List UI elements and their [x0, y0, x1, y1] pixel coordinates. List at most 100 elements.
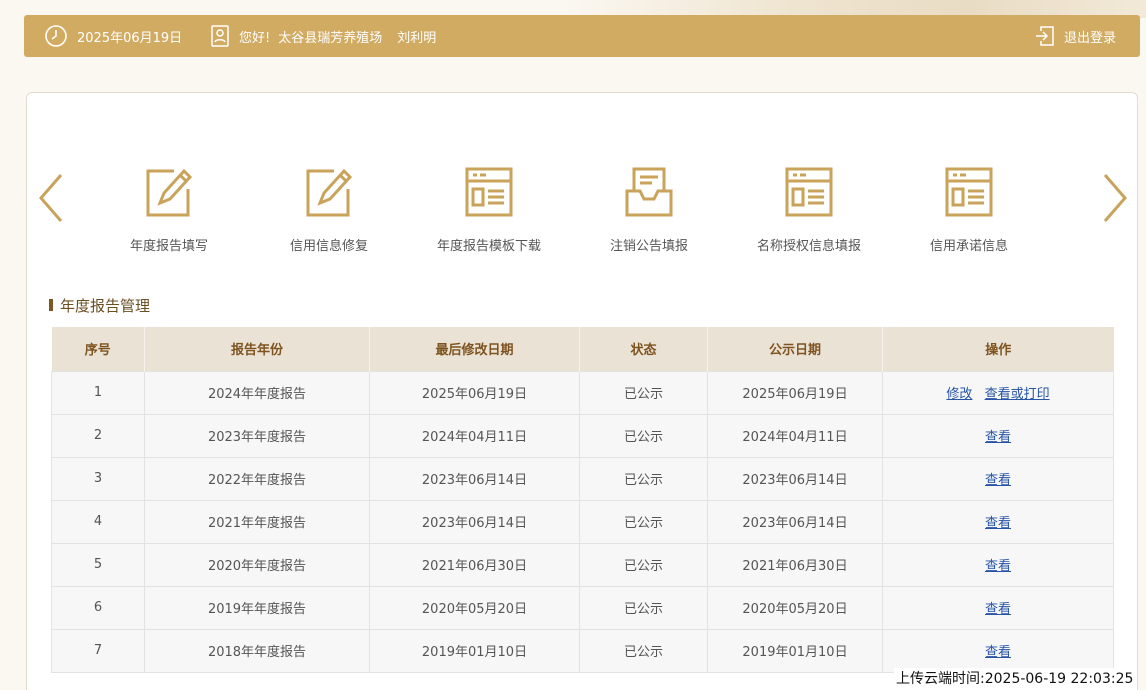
column-header: 状态 [579, 327, 708, 371]
report-year: 2021年年度报告 [144, 499, 370, 544]
row-index: 6 [51, 585, 145, 630]
report-year: 2023年年度报告 [144, 413, 370, 458]
view-link[interactable]: 查看 [985, 645, 1011, 660]
nav-credit-commitment[interactable]: 信用承诺信息 [889, 165, 1049, 255]
carousel-next-button[interactable] [1099, 173, 1129, 223]
document-icon [784, 165, 834, 219]
status: 已公示 [579, 456, 708, 501]
nav-credit-repair[interactable]: 信用信息修复 [249, 165, 409, 255]
section-title: 年度报告管理 [49, 295, 150, 315]
person-name: 刘利明 [397, 30, 437, 46]
document-icon [464, 165, 514, 219]
column-header: 公示日期 [707, 327, 883, 371]
column-header: 报告年份 [144, 327, 370, 371]
modified-date: 2023年06月14日 [369, 499, 580, 544]
row-actions: 查看 [882, 456, 1114, 501]
published-date: 2020年05月20日 [707, 585, 883, 630]
modified-date: 2023年06月14日 [369, 456, 580, 501]
report-year: 2022年年度报告 [144, 456, 370, 501]
row-actions: 查看 [882, 413, 1114, 458]
logout-button[interactable]: 退出登录 [1035, 15, 1116, 57]
view-link[interactable]: 查看 [985, 559, 1011, 574]
status: 已公示 [579, 370, 708, 415]
logout-label: 退出登录 [1063, 30, 1116, 46]
company-name: 太谷县瑞芳养殖场 [278, 30, 383, 46]
report-year: 2018年年度报告 [144, 628, 370, 673]
table-row: 4 2021年年度报告 2023年06月14日 已公示 2023年06月14日 … [51, 499, 1114, 544]
header-user: 您好! 太谷县瑞芳养殖场 刘利明 [210, 15, 436, 57]
inbox-icon [624, 165, 674, 219]
report-year: 2019年年度报告 [144, 585, 370, 630]
table-header-row: 序号 报告年份 最后修改日期 状态 公示日期 操作 [51, 327, 1114, 371]
table-row: 6 2019年年度报告 2020年05月20日 已公示 2020年05月20日 … [51, 585, 1114, 630]
row-index: 5 [51, 542, 145, 587]
report-year: 2024年年度报告 [144, 370, 370, 415]
nav-label: 名称授权信息填报 [756, 239, 861, 254]
column-header: 序号 [51, 327, 145, 371]
report-year: 2020年年度报告 [144, 542, 370, 587]
row-index: 7 [51, 628, 145, 673]
view-link[interactable]: 查看 [985, 430, 1011, 445]
edit-link[interactable]: 修改 [946, 387, 972, 402]
view-print-link[interactable]: 查看或打印 [985, 387, 1050, 402]
nav-name-authorization[interactable]: 名称授权信息填报 [729, 165, 889, 255]
table-row: 5 2020年年度报告 2021年06月30日 已公示 2021年06月30日 … [51, 542, 1114, 587]
published-date: 2021年06月30日 [707, 542, 883, 587]
modified-date: 2019年01月10日 [369, 628, 580, 673]
upload-time-overlay: 上传云端时间:2025-06-19 22:03:25 [894, 668, 1136, 688]
row-index: 2 [51, 413, 145, 458]
header-date-text: 2025年06月19日 [77, 30, 183, 46]
edit-icon [144, 165, 194, 219]
main-panel: 年度报告填写 信用信息修复 年度报告模板下载 注销公告填报 名称授权信息填报 信… [26, 92, 1138, 690]
nav-label: 注销公告填报 [609, 239, 688, 254]
annual-report-table: 序号 报告年份 最后修改日期 状态 公示日期 操作 1 2024年年度报告 20… [51, 327, 1114, 673]
published-date: 2025年06月19日 [707, 370, 883, 415]
published-date: 2023年06月14日 [707, 456, 883, 501]
row-index: 4 [51, 499, 145, 544]
published-date: 2023年06月14日 [707, 499, 883, 544]
row-actions: 查看 [882, 585, 1114, 630]
status: 已公示 [579, 499, 708, 544]
modified-date: 2024年04月11日 [369, 413, 580, 458]
published-date: 2024年04月11日 [707, 413, 883, 458]
nav-cancellation-notice[interactable]: 注销公告填报 [569, 165, 729, 255]
section-title-text: 年度报告管理 [60, 296, 151, 315]
row-index: 3 [51, 456, 145, 501]
status: 已公示 [579, 585, 708, 630]
column-header: 最后修改日期 [369, 327, 580, 371]
table-row: 1 2024年年度报告 2025年06月19日 已公示 2025年06月19日 … [51, 370, 1114, 415]
nav-label: 年度报告填写 [129, 239, 208, 254]
status: 已公示 [579, 413, 708, 458]
nav-label: 信用信息修复 [289, 239, 368, 254]
greeting-text: 您好! [239, 30, 271, 46]
carousel-prev-button[interactable] [37, 173, 67, 223]
table-row: 7 2018年年度报告 2019年01月10日 已公示 2019年01月10日 … [51, 628, 1114, 673]
row-actions: 查看 [882, 628, 1114, 673]
user-card-icon [210, 25, 230, 47]
logout-icon [1035, 25, 1055, 47]
modified-date: 2021年06月30日 [369, 542, 580, 587]
nav-annual-report-fill[interactable]: 年度报告填写 [89, 165, 249, 255]
header-date: 2025年06月19日 [44, 15, 182, 57]
nav-label: 年度报告模板下载 [436, 239, 541, 254]
edit-icon [304, 165, 354, 219]
section-marker [49, 299, 53, 311]
nav-template-download[interactable]: 年度报告模板下载 [409, 165, 569, 255]
modified-date: 2025年06月19日 [369, 370, 580, 415]
table-row: 3 2022年年度报告 2023年06月14日 已公示 2023年06月14日 … [51, 456, 1114, 501]
top-header-bar: 2025年06月19日 您好! 太谷县瑞芳养殖场 刘利明 退出登录 [24, 15, 1140, 57]
view-link[interactable]: 查看 [985, 473, 1011, 488]
row-index: 1 [51, 370, 145, 415]
clock-icon [44, 24, 68, 48]
view-link[interactable]: 查看 [985, 516, 1011, 531]
modified-date: 2020年05月20日 [369, 585, 580, 630]
published-date: 2019年01月10日 [707, 628, 883, 673]
status: 已公示 [579, 628, 708, 673]
document-icon [944, 165, 994, 219]
view-link[interactable]: 查看 [985, 602, 1011, 617]
status: 已公示 [579, 542, 708, 587]
row-actions: 修改 查看或打印 [882, 370, 1114, 415]
row-actions: 查看 [882, 542, 1114, 587]
table-row: 2 2023年年度报告 2024年04月11日 已公示 2024年04月11日 … [51, 413, 1114, 458]
column-header: 操作 [882, 327, 1114, 371]
